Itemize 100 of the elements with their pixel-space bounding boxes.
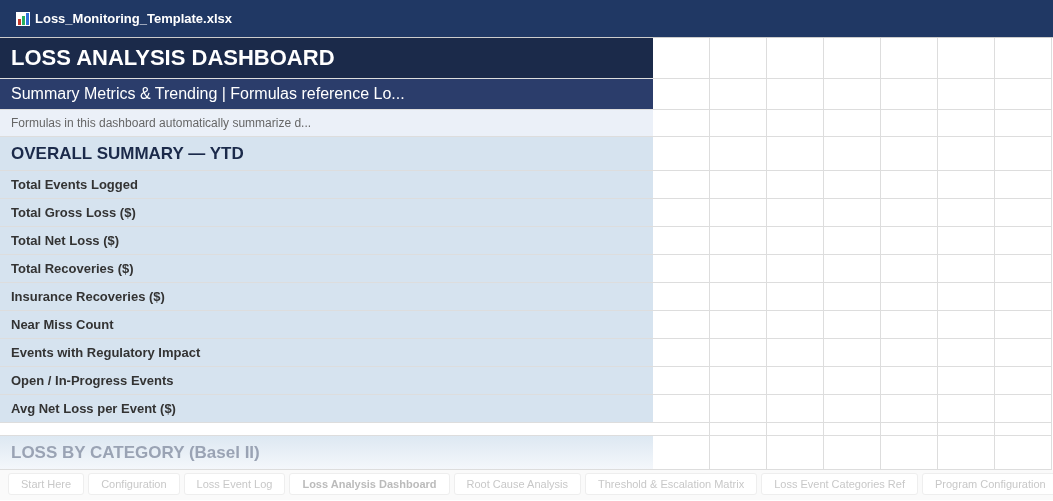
metric-label: Total Gross Loss ($) — [0, 199, 653, 227]
empty-cell[interactable] — [995, 423, 1052, 436]
empty-cell[interactable] — [881, 367, 938, 395]
empty-cell[interactable] — [767, 79, 824, 110]
empty-cell[interactable] — [938, 227, 995, 255]
empty-cell[interactable] — [710, 38, 767, 79]
window-title: Loss_Monitoring_Template.xlsx — [35, 11, 232, 26]
empty-cell[interactable] — [824, 283, 881, 311]
metric-label: Total Recoveries ($) — [0, 255, 653, 283]
empty-cell[interactable] — [824, 79, 881, 110]
empty-cell[interactable] — [767, 171, 824, 199]
empty-cell[interactable] — [881, 199, 938, 227]
dashboard-subtitle: Summary Metrics & Trending | Formulas reference Lo... — [0, 79, 653, 110]
empty-cell[interactable] — [767, 423, 824, 436]
empty-cell[interactable] — [881, 423, 938, 436]
empty-cell[interactable] — [995, 171, 1052, 199]
empty-cell[interactable] — [938, 137, 995, 171]
empty-cell[interactable] — [938, 423, 995, 436]
empty-cell[interactable] — [881, 227, 938, 255]
empty-cell[interactable] — [824, 38, 881, 79]
empty-cell[interactable] — [995, 38, 1052, 79]
empty-cell[interactable] — [881, 38, 938, 79]
empty-cell[interactable] — [710, 339, 767, 367]
empty-cell[interactable] — [710, 311, 767, 339]
metric-label: Total Events Logged — [0, 171, 653, 199]
empty-cell[interactable] — [995, 227, 1052, 255]
section-header: LOSS BY CATEGORY (Basel II) — [0, 436, 653, 470]
empty-cell[interactable] — [881, 339, 938, 367]
empty-cell[interactable] — [938, 171, 995, 199]
empty-cell[interactable] — [938, 110, 995, 137]
empty-cell[interactable] — [824, 367, 881, 395]
empty-cell[interactable] — [767, 339, 824, 367]
metric-label: Avg Net Loss per Event ($) — [0, 395, 653, 423]
empty-cell[interactable] — [710, 110, 767, 137]
empty-cell[interactable] — [824, 199, 881, 227]
empty-cell[interactable] — [824, 255, 881, 283]
empty-cell[interactable] — [710, 423, 767, 436]
empty-cell[interactable] — [767, 283, 824, 311]
empty-cell[interactable] — [881, 255, 938, 283]
empty-cell[interactable] — [767, 227, 824, 255]
empty-cell[interactable] — [938, 367, 995, 395]
empty-cell[interactable] — [995, 199, 1052, 227]
empty-cell[interactable] — [881, 171, 938, 199]
section-header: OVERALL SUMMARY — YTD — [0, 137, 653, 171]
empty-cell[interactable] — [938, 339, 995, 367]
empty-cell[interactable] — [710, 79, 767, 110]
empty-cell[interactable] — [767, 367, 824, 395]
empty-cell[interactable] — [767, 110, 824, 137]
sheet-tab[interactable]: Loss Analysis Dashboard — [289, 473, 450, 495]
empty-cell[interactable] — [710, 255, 767, 283]
empty-cell[interactable] — [710, 171, 767, 199]
empty-cell[interactable] — [710, 199, 767, 227]
empty-cell[interactable] — [938, 395, 995, 423]
empty-cell[interactable] — [881, 110, 938, 137]
empty-cell[interactable] — [938, 255, 995, 283]
empty-cell[interactable] — [995, 339, 1052, 367]
metric-label: Open / In-Progress Events — [0, 367, 653, 395]
metric-label: Events with Regulatory Impact — [0, 339, 653, 367]
empty-cell[interactable] — [767, 137, 824, 171]
empty-cell[interactable] — [824, 423, 881, 436]
empty-cell[interactable] — [881, 137, 938, 171]
empty-cell[interactable] — [710, 283, 767, 311]
empty-cell[interactable] — [995, 255, 1052, 283]
empty-cell[interactable] — [710, 395, 767, 423]
empty-cell[interactable] — [995, 137, 1052, 171]
empty-cell[interactable] — [767, 311, 824, 339]
empty-cell[interactable] — [881, 79, 938, 110]
metric-label: Near Miss Count — [0, 311, 653, 339]
spreadsheet-icon — [16, 11, 30, 26]
empty-cell[interactable] — [995, 367, 1052, 395]
empty-cell[interactable] — [767, 38, 824, 79]
empty-cell[interactable] — [824, 110, 881, 137]
empty-cell[interactable] — [995, 283, 1052, 311]
empty-cell[interactable] — [995, 395, 1052, 423]
empty-cell[interactable] — [824, 311, 881, 339]
empty-cell[interactable] — [881, 395, 938, 423]
empty-cell[interactable] — [938, 283, 995, 311]
empty-cell[interactable] — [767, 199, 824, 227]
empty-cell[interactable] — [938, 79, 995, 110]
note-text: Formulas in this dashboard automatically summarize d... — [0, 110, 653, 137]
empty-cell[interactable] — [824, 227, 881, 255]
empty-cell[interactable] — [824, 395, 881, 423]
empty-cell[interactable] — [710, 367, 767, 395]
empty-cell[interactable] — [995, 110, 1052, 137]
empty-cell[interactable] — [938, 199, 995, 227]
empty-cell[interactable] — [710, 137, 767, 171]
empty-cell[interactable] — [710, 227, 767, 255]
empty-cell[interactable] — [995, 311, 1052, 339]
metric-label: Total Net Loss ($) — [0, 227, 653, 255]
empty-cell[interactable] — [824, 171, 881, 199]
dashboard-title: LOSS ANALYSIS DASHBOARD — [0, 38, 653, 79]
empty-cell[interactable] — [938, 311, 995, 339]
empty-cell[interactable] — [767, 395, 824, 423]
empty-cell[interactable] — [881, 311, 938, 339]
empty-cell[interactable] — [824, 137, 881, 171]
empty-cell[interactable] — [824, 339, 881, 367]
empty-cell[interactable] — [767, 255, 824, 283]
empty-cell[interactable] — [995, 79, 1052, 110]
empty-cell[interactable] — [938, 38, 995, 79]
empty-cell[interactable] — [881, 283, 938, 311]
